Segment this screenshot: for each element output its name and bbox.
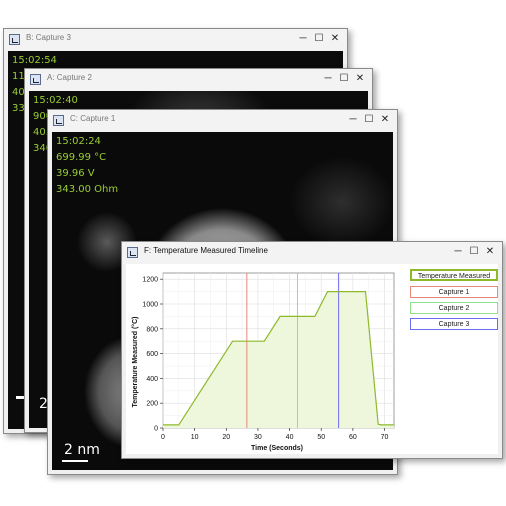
- capture-1-titlebar[interactable]: C: Capture 1 ─ ☐ ✕: [48, 110, 397, 132]
- overlay-voltage: 39.96 V: [56, 168, 95, 179]
- scale-bar: [62, 460, 88, 462]
- minimize-icon[interactable]: ─: [452, 246, 464, 258]
- overlay-time: 15:02:40: [33, 95, 78, 106]
- window-title: B: Capture 3: [26, 33, 71, 42]
- x-tick-label: 50: [317, 434, 325, 441]
- app-icon: [53, 115, 64, 126]
- overlay-time: 15:02:24: [56, 136, 101, 147]
- chart-panel: 0 10 20 30 40 50 60 70 0 200 400 600 800 1000 1200 Tim…: [126, 264, 498, 454]
- timeline-window[interactable]: F: Temperature Measured Timeline ─ ☐ ✕ 0…: [121, 241, 503, 459]
- app-icon: [9, 34, 20, 45]
- window-title: A: Capture 2: [47, 73, 92, 82]
- minimize-icon[interactable]: ─: [297, 33, 309, 45]
- x-tick-label: 20: [222, 434, 230, 441]
- x-tick-label: 0: [161, 434, 165, 441]
- y-tick-label: 1000: [142, 302, 158, 309]
- timeline-titlebar[interactable]: F: Temperature Measured Timeline ─ ☐ ✕: [122, 242, 502, 264]
- legend: Temperature Measured Capture 1 Capture 2…: [410, 264, 498, 344]
- x-tick-label: 60: [349, 434, 357, 441]
- y-tick-label: 400: [146, 376, 158, 383]
- close-icon[interactable]: ✕: [329, 33, 341, 45]
- y-axis-label: Temperature Measured (°C): [131, 317, 139, 408]
- overlay-temperature: 699.99 °C: [56, 152, 107, 163]
- app-icon: [30, 74, 41, 85]
- maximize-icon[interactable]: ☐: [468, 246, 480, 258]
- x-axis-label: Time (Seconds): [251, 445, 303, 452]
- y-tick-label: 200: [146, 401, 158, 408]
- maximize-icon[interactable]: ☐: [313, 33, 325, 45]
- scale-bar-label: 2 nm: [64, 442, 100, 458]
- x-tick-label: 30: [254, 434, 262, 441]
- capture-3-titlebar[interactable]: B: Capture 3 ─ ☐ ✕: [4, 29, 347, 51]
- y-tick-label: 1200: [142, 277, 158, 284]
- x-tick-label: 10: [191, 434, 199, 441]
- chart-app-icon: [127, 247, 138, 258]
- window-title: F: Temperature Measured Timeline: [144, 246, 268, 255]
- y-tick-label: 800: [146, 326, 158, 333]
- legend-item-capture-2[interactable]: Capture 2: [410, 302, 498, 314]
- maximize-icon[interactable]: ☐: [338, 73, 350, 85]
- y-tick-label: 600: [146, 351, 158, 358]
- close-icon[interactable]: ✕: [354, 73, 366, 85]
- overlay-time: 15:02:54: [12, 55, 57, 66]
- x-tick-label: 40: [286, 434, 294, 441]
- overlay-resistance: 343.00 Ohm: [56, 184, 119, 195]
- legend-item-capture-1[interactable]: Capture 1: [410, 286, 498, 298]
- y-tick-label: 0: [154, 426, 158, 433]
- minimize-icon[interactable]: ─: [322, 73, 334, 85]
- window-title: C: Capture 1: [70, 114, 116, 123]
- close-icon[interactable]: ✕: [484, 246, 496, 258]
- maximize-icon[interactable]: ☐: [363, 114, 375, 126]
- x-tick-label: 70: [381, 434, 389, 441]
- legend-item-temperature-measured[interactable]: Temperature Measured: [410, 269, 498, 281]
- capture-2-titlebar[interactable]: A: Capture 2 ─ ☐ ✕: [25, 69, 372, 91]
- minimize-icon[interactable]: ─: [347, 114, 359, 126]
- close-icon[interactable]: ✕: [379, 114, 391, 126]
- legend-item-capture-3[interactable]: Capture 3: [410, 318, 498, 330]
